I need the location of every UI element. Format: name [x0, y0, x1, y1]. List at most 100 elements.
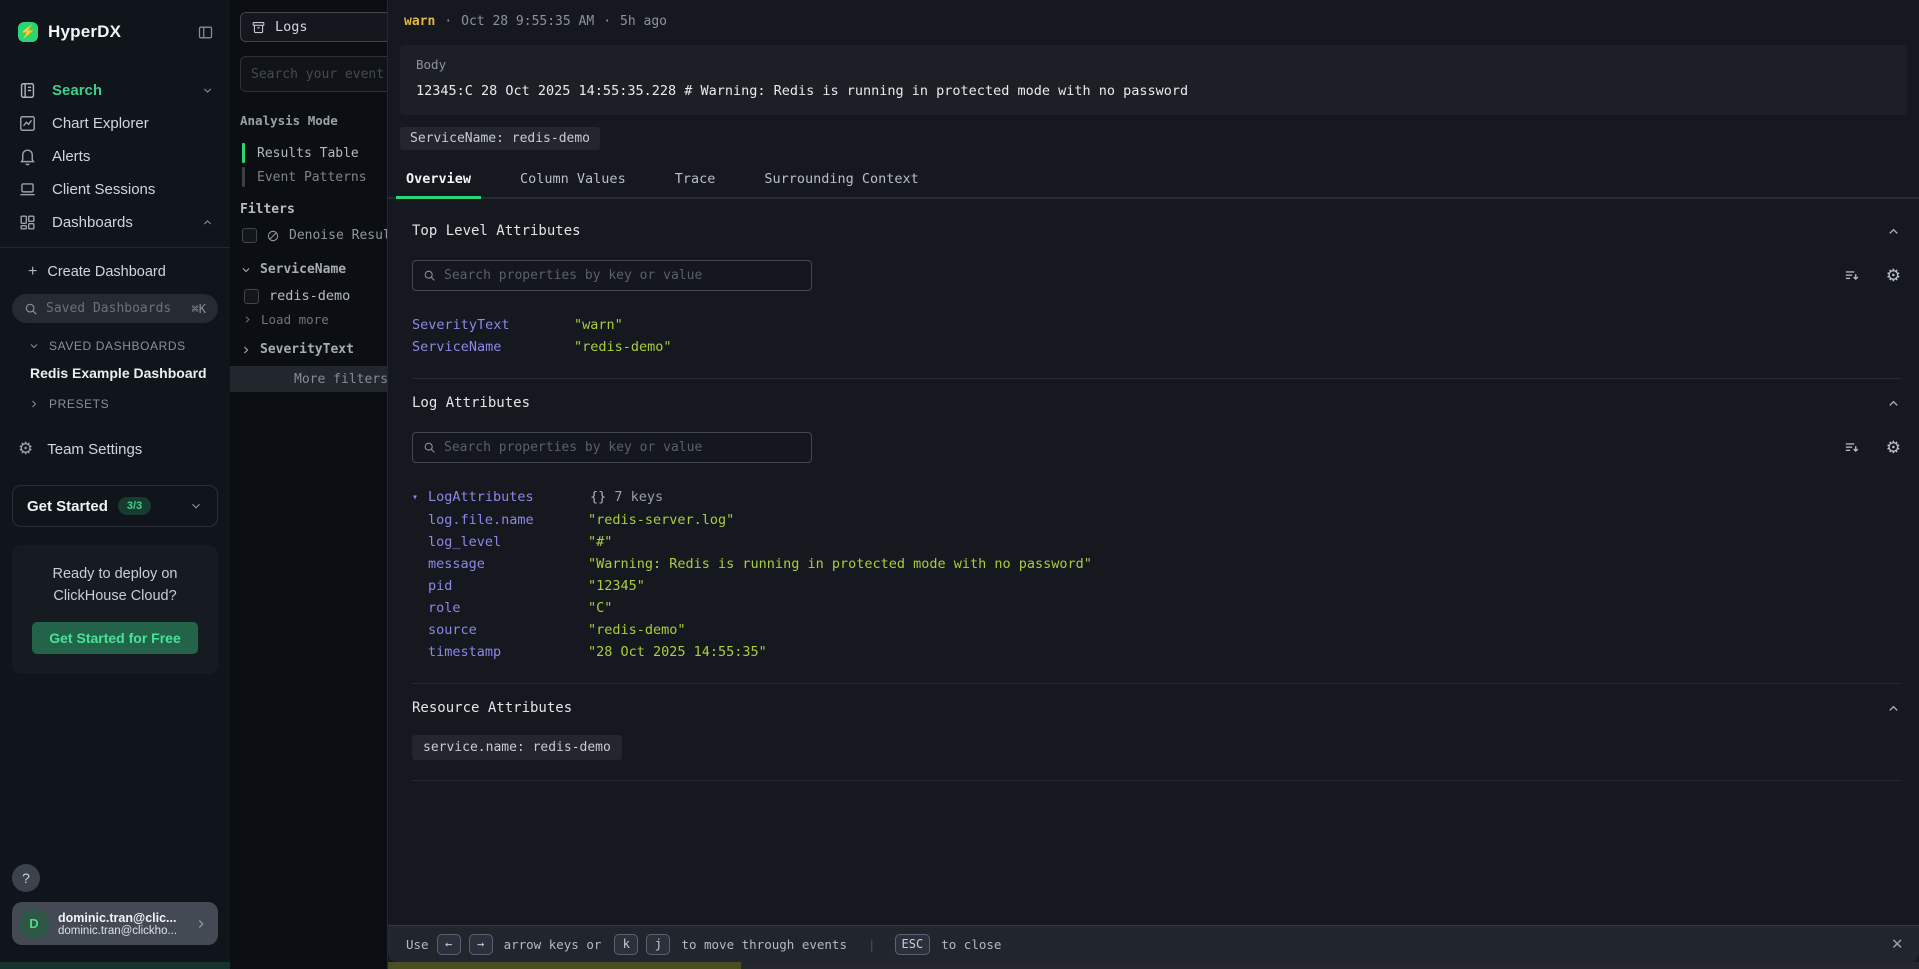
sidebar-item-label: Chart Explorer [52, 115, 149, 132]
chevron-right-icon [242, 314, 253, 325]
filter-group-severitytext[interactable]: SeverityText [240, 342, 354, 357]
chevron-right-icon [28, 398, 40, 410]
attribute-value[interactable]: "#" [588, 531, 612, 553]
sidebar: ⚡ HyperDX Search Chart Explorer Alerts C… [0, 0, 230, 969]
team-settings-label: Team Settings [47, 441, 142, 458]
property-search-box[interactable] [412, 432, 812, 463]
attribute-row: ServiceName "redis-demo" [412, 336, 1901, 358]
key-esc: ESC [895, 934, 931, 955]
sidebar-item-dashboards[interactable]: Dashboards [0, 206, 230, 239]
mode-results-table[interactable]: Results Table [242, 143, 359, 163]
saved-dashboards-section-toggle[interactable]: SAVED DASHBOARDS [0, 339, 230, 353]
attribute-value[interactable]: "redis-server.log" [588, 509, 734, 531]
chevron-down-icon [189, 499, 203, 513]
close-icon[interactable]: × [1892, 935, 1903, 954]
resource-attribute-tag[interactable]: service.name: redis-demo [412, 735, 622, 760]
tab-surrounding-context[interactable]: Surrounding Context [762, 163, 920, 197]
attribute-row: pid "12345" [412, 575, 1901, 597]
sidebar-item-label: Dashboards [52, 214, 133, 231]
separator-dot: · [444, 14, 452, 29]
tree-collapse-caret[interactable]: ▾ [412, 486, 428, 509]
event-timestamp: Oct 28 9:55:35 AM [461, 14, 594, 29]
gear-icon[interactable]: ⚙ [1886, 439, 1901, 456]
attribute-key[interactable]: LogAttributes [428, 486, 590, 508]
attribute-value[interactable]: "28 Oct 2025 14:55:35" [588, 641, 767, 663]
help-button[interactable]: ? [12, 864, 40, 892]
sidebar-item-alerts[interactable]: Alerts [0, 140, 230, 173]
chevron-up-icon [201, 216, 214, 229]
key-k: k [614, 934, 638, 955]
collapse-section-icon[interactable] [1886, 701, 1901, 716]
gear-icon: ⚙ [18, 439, 33, 459]
saved-dashboards-search[interactable]: ⌘K [12, 294, 218, 323]
sidebar-item-chart-explorer[interactable]: Chart Explorer [0, 107, 230, 140]
app-title: HyperDX [48, 22, 121, 42]
attribute-value[interactable]: "C" [588, 597, 612, 619]
bottom-accent-olive [388, 962, 741, 969]
user-name: dominic.tran@clic... [58, 911, 194, 925]
sidebar-item-search[interactable]: Search [0, 74, 230, 107]
sidebar-collapse-icon[interactable] [197, 24, 214, 41]
property-search-input[interactable] [444, 268, 801, 283]
attribute-key[interactable]: log.file.name [428, 509, 588, 531]
property-search-box[interactable] [412, 260, 812, 291]
tab-column-values[interactable]: Column Values [518, 163, 628, 197]
sidebar-divider [0, 247, 230, 248]
denoise-results-toggle[interactable]: Denoise Results [242, 228, 406, 243]
bell-icon [18, 147, 37, 166]
attribute-key[interactable]: log_level [428, 531, 588, 553]
attribute-row: SeverityText "warn" [412, 314, 1901, 336]
create-dashboard-button[interactable]: + Create Dashboard [0, 258, 230, 286]
mode-event-patterns[interactable]: Event Patterns [242, 167, 367, 187]
logs-source-icon [251, 20, 266, 35]
attribute-value[interactable]: "warn" [574, 314, 623, 336]
user-menu[interactable]: D dominic.tran@clic... dominic.tran@clic… [12, 902, 218, 945]
attribute-value[interactable]: "Warning: Redis is running in protected … [588, 553, 1092, 575]
cloud-card-line2: ClickHouse Cloud? [26, 585, 204, 607]
section-divider [412, 780, 1901, 781]
braces-icon: {} [590, 489, 606, 505]
get-started-card[interactable]: Get Started 3/3 [12, 485, 218, 527]
denoise-checkbox[interactable] [242, 228, 257, 243]
saved-dashboards-search-input[interactable] [46, 301, 192, 316]
collapse-section-icon[interactable] [1886, 224, 1901, 239]
sidebar-item-client-sessions[interactable]: Client Sessions [0, 173, 230, 206]
get-started-free-button[interactable]: Get Started for Free [32, 622, 197, 654]
service-name-tag[interactable]: ServiceName: redis-demo [400, 127, 600, 150]
attribute-value[interactable]: "redis-demo" [574, 336, 672, 358]
property-search-input[interactable] [444, 440, 801, 455]
attribute-value[interactable]: "12345" [588, 575, 645, 597]
team-settings-button[interactable]: ⚙ Team Settings [0, 439, 230, 459]
presets-section-toggle[interactable]: PRESETS [0, 397, 230, 411]
collapse-section-icon[interactable] [1886, 396, 1901, 411]
sort-lines-icon[interactable] [1843, 267, 1860, 284]
filter-group-servicename[interactable]: ServiceName [240, 262, 346, 277]
attribute-key[interactable]: ServiceName [412, 336, 574, 358]
attribute-key[interactable]: timestamp [428, 641, 588, 663]
attribute-row: log_level "#" [412, 531, 1901, 553]
tab-trace[interactable]: Trace [673, 163, 718, 197]
sort-lines-icon[interactable] [1843, 439, 1860, 456]
section-divider [412, 683, 1901, 684]
attribute-value[interactable]: "redis-demo" [588, 619, 686, 641]
filter-value-redis-demo[interactable]: redis-demo [244, 288, 350, 304]
gear-icon[interactable]: ⚙ [1886, 267, 1901, 284]
attribute-key[interactable]: SeverityText [412, 314, 574, 336]
attribute-row: log.file.name "redis-server.log" [412, 509, 1901, 531]
presets-label: PRESETS [49, 397, 109, 411]
attribute-key[interactable]: role [428, 597, 588, 619]
attribute-key[interactable]: pid [428, 575, 588, 597]
dashboard-item-redis-example[interactable]: Redis Example Dashboard [0, 365, 230, 381]
search-icon [423, 441, 436, 454]
event-detail-panel: warn · Oct 28 9:55:35 AM · 5h ago Body 1… [387, 0, 1919, 969]
attribute-key[interactable]: message [428, 553, 588, 575]
dashboards-grid-icon [18, 213, 37, 232]
redis-demo-checkbox[interactable] [244, 289, 259, 304]
attribute-key[interactable]: source [428, 619, 588, 641]
tab-overview[interactable]: Overview [404, 163, 473, 197]
filters-panel: Logs Analysis Mode Results Table Event P… [230, 0, 387, 969]
detail-tabs: Overview Column Values Trace Surrounding… [388, 163, 1919, 199]
footer-move-text: to move through events [681, 937, 847, 952]
load-more-button[interactable]: Load more [242, 312, 329, 327]
event-detail-content: warn · Oct 28 9:55:35 AM · 5h ago Body 1… [388, 0, 1919, 925]
